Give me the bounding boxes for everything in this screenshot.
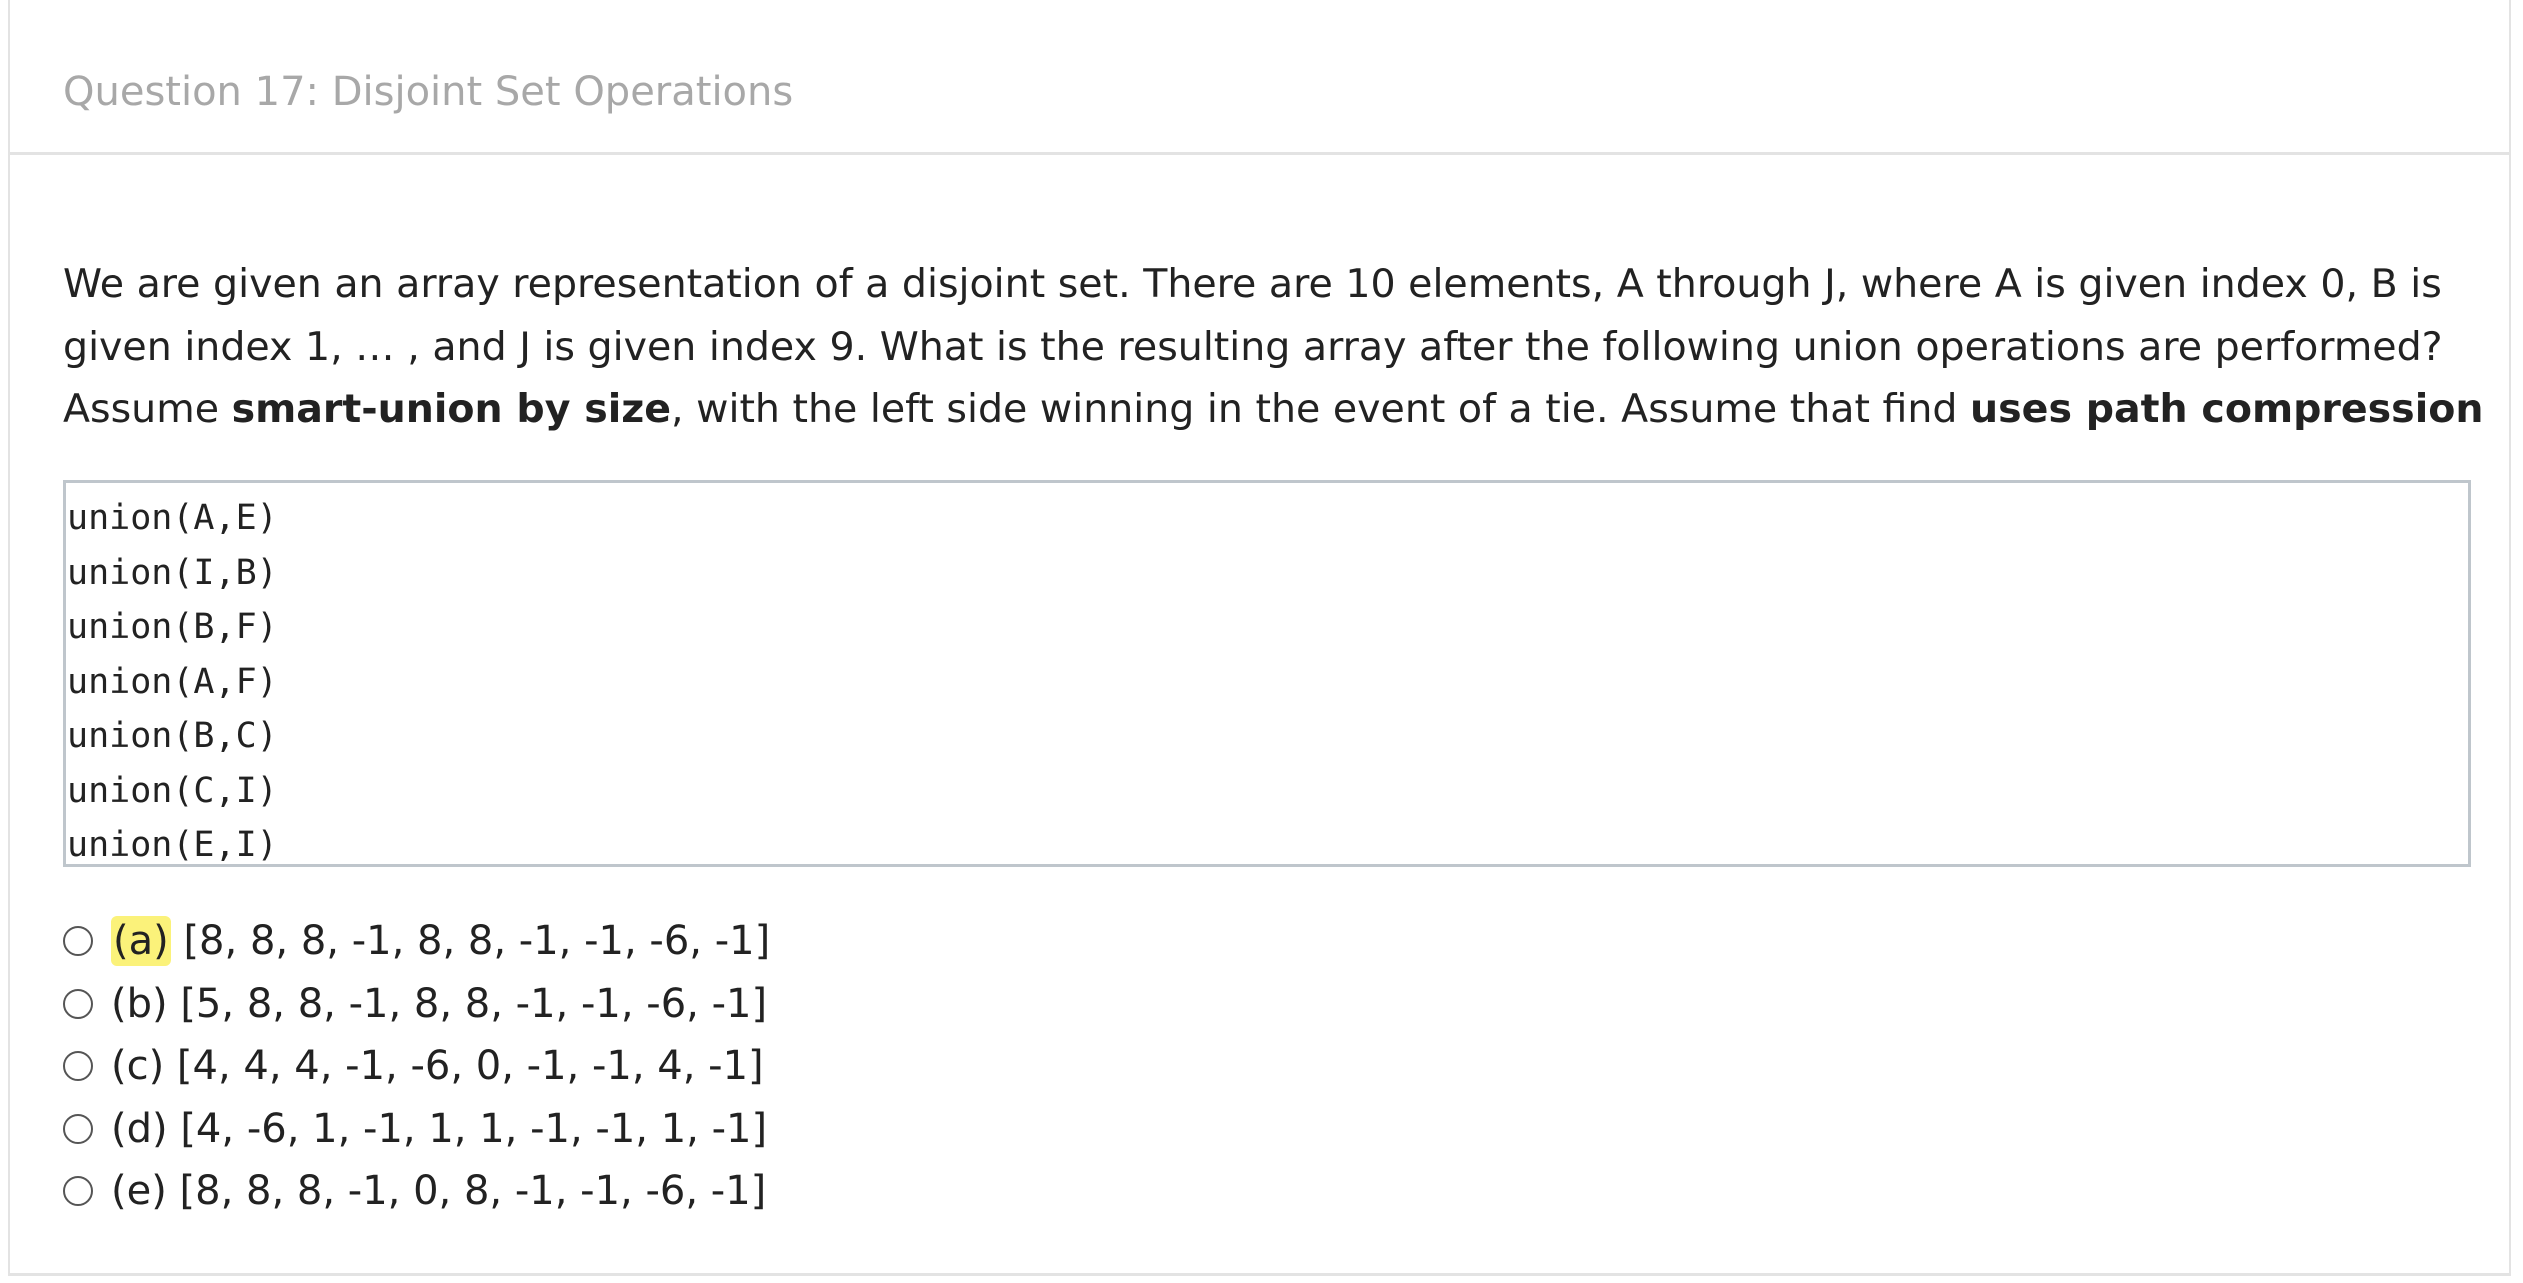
code-line: union(B,F) [67,607,278,647]
code-line: union(B,C) [67,716,278,756]
option-a-label: (a) [8, 8, 8, -1, 8, 8, -1, -1, -6, -1] [111,915,770,967]
question-header: Question 17: Disjoint Set Operations [10,0,2509,155]
option-d-letter: (d) [111,1105,168,1152]
option-e-letter: (e) [111,1168,167,1215]
option-d-label: (d) [4, -6, 1, -1, 1, 1, -1, -1, 1, -1] [111,1103,767,1155]
option-b[interactable]: (b) [5, 8, 8, -1, 8, 8, -1, -1, -6, -1] [63,973,770,1036]
option-d-array: [4, -6, 1, -1, 1, 1, -1, -1, 1, -1] [180,1105,768,1152]
option-d-radio[interactable] [63,1113,93,1144]
option-d[interactable]: (d) [4, -6, 1, -1, 1, 1, -1, -1, 1, -1] [63,1098,770,1161]
option-e-radio[interactable] [63,1176,93,1207]
option-c-array: [4, 4, 4, -1, -6, 0, -1, -1, 4, -1] [176,1043,764,1090]
option-a[interactable]: (a) [8, 8, 8, -1, 8, 8, -1, -1, -6, -1] [63,910,770,973]
option-a-radio[interactable] [63,926,93,957]
option-c-label: (c) [4, 4, 4, -1, -6, 0, -1, -1, 4, -1] [111,1040,764,1092]
option-b-radio[interactable] [63,988,93,1019]
code-line: union(E,I) [67,825,278,865]
option-e-array: [8, 8, 8, -1, 0, 8, -1, -1, -6, -1] [179,1168,767,1215]
prompt-bold-path-compression: uses path compression [1970,386,2484,432]
option-e-label: (e) [8, 8, 8, -1, 0, 8, -1, -1, -6, -1] [111,1165,766,1217]
code-block: union(A,E) union(I,B) union(B,F) union(A… [63,480,2471,867]
code-line: union(C,I) [67,770,278,811]
option-a-array: [8, 8, 8, -1, 8, 8, -1, -1, -6, -1] [183,918,771,965]
question-prompt: We are given an array representation of … [63,253,2503,441]
option-a-letter-highlighted: (a) [111,916,171,967]
prompt-bold-smart-union: smart-union by size [231,386,672,432]
question-title: Question 17: Disjoint Set Operations [63,69,794,115]
option-c-radio[interactable] [63,1051,93,1082]
code-line: union(I,B) [67,552,278,593]
option-c-letter: (c) [111,1043,165,1090]
option-b-label: (b) [5, 8, 8, -1, 8, 8, -1, -1, -6, -1] [111,978,767,1030]
code-line: union(A,F) [67,661,278,702]
prompt-text-2: , with the left side winning in the even… [671,386,1971,432]
question-card: Question 17: Disjoint Set Operations We … [8,0,2511,1276]
code-line: union(A,E) [67,498,278,538]
option-c[interactable]: (c) [4, 4, 4, -1, -6, 0, -1, -1, 4, -1] [63,1035,770,1098]
option-b-array: [5, 8, 8, -1, 8, 8, -1, -1, -6, -1] [180,980,768,1027]
option-b-letter: (b) [111,980,168,1027]
option-e[interactable]: (e) [8, 8, 8, -1, 0, 8, -1, -1, -6, -1] [63,1160,770,1223]
answer-options: (a) [8, 8, 8, -1, 8, 8, -1, -1, -6, -1] … [63,910,770,1223]
